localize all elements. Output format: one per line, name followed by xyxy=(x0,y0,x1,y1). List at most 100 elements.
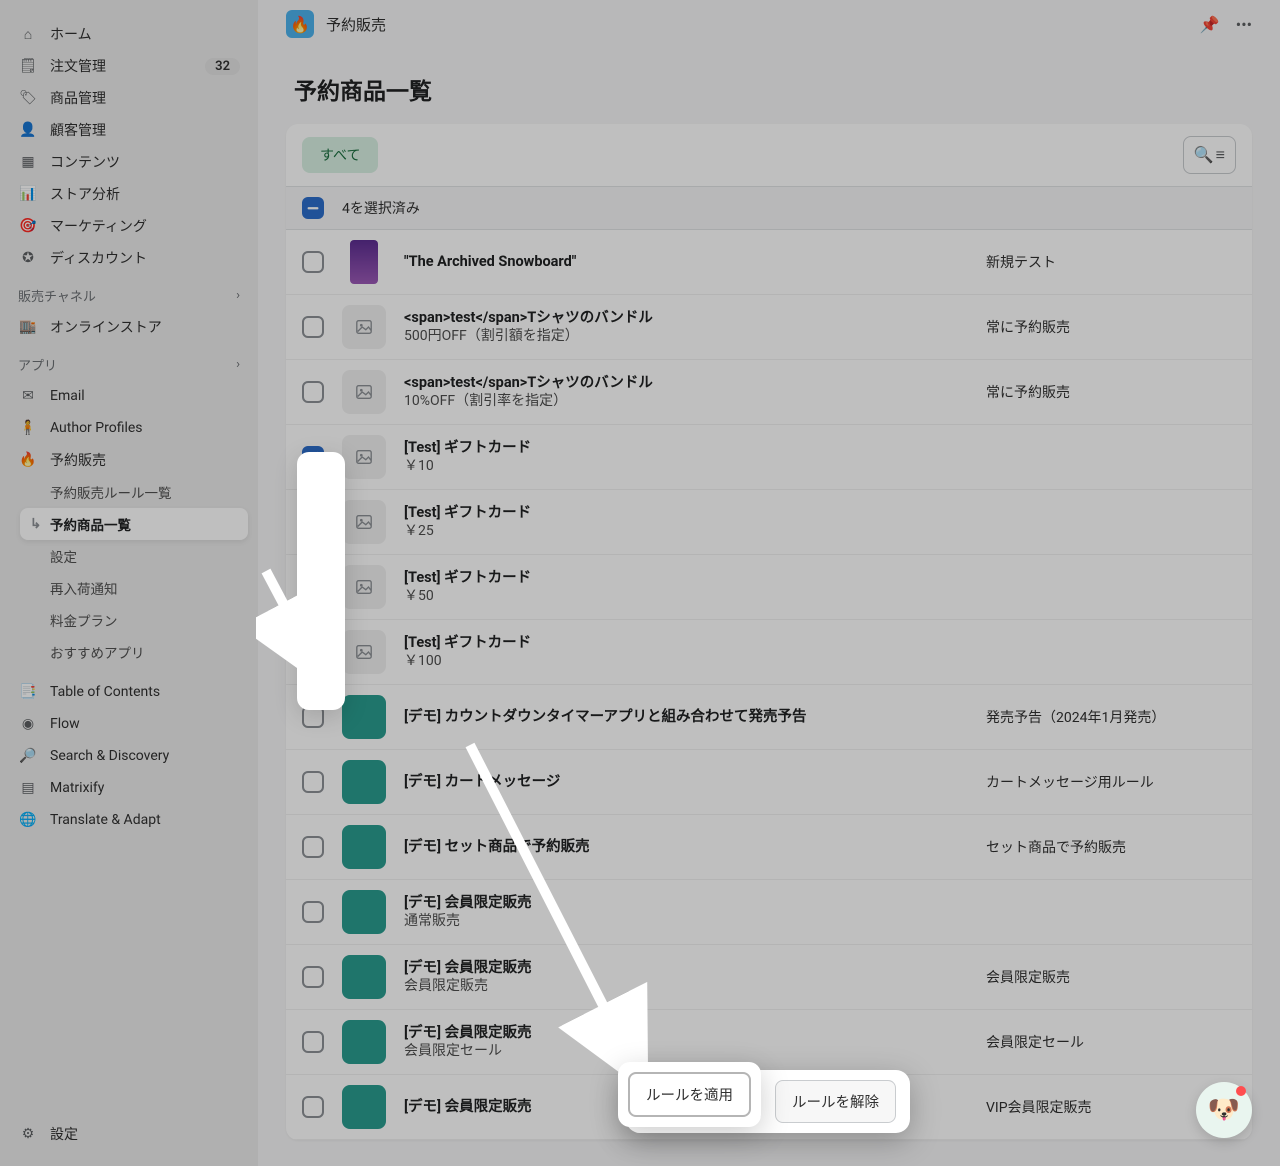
row-checkbox[interactable] xyxy=(302,1031,324,1053)
selection-count: 4を選択済み xyxy=(342,198,420,218)
nav-item[interactable]: ✉Email xyxy=(0,380,258,412)
row-checkbox[interactable] xyxy=(302,836,324,858)
row-checkbox[interactable] xyxy=(302,316,324,338)
product-thumbnail xyxy=(342,565,386,609)
product-thumbnail xyxy=(350,240,378,284)
subnav-item[interactable]: 予約商品一覧 xyxy=(20,508,248,540)
nav-item[interactable]: 🗒注文管理32 xyxy=(0,50,258,82)
nav-item[interactable]: 🏬 オンラインストア xyxy=(0,311,258,343)
product-subtitle: ￥25 xyxy=(404,522,968,541)
product-title: <span>test</span>Tシャツのバンドル xyxy=(404,308,968,328)
product-row[interactable]: [Test] ギフトカード￥50 xyxy=(286,555,1252,620)
product-row[interactable]: [デモ] 会員限定販売会員限定販売会員限定販売 xyxy=(286,945,1252,1010)
nav-item[interactable]: ◉ Flow xyxy=(0,708,258,740)
remove-rule-button[interactable]: ルールを解除 xyxy=(775,1080,896,1123)
product-row[interactable]: [Test] ギフトカード￥100 xyxy=(286,620,1252,685)
flow-icon: ◉ xyxy=(18,714,38,734)
product-row[interactable]: [Test] ギフトカード￥25 xyxy=(286,490,1252,555)
apps-section: アプリ › xyxy=(0,343,258,380)
product-thumbnail xyxy=(342,825,386,869)
product-row[interactable]: [デモ] セット商品で予約販売セット商品で予約販売 xyxy=(286,815,1252,880)
product-thumbnail xyxy=(342,1020,386,1064)
nav-item[interactable]: 🧍Author Profiles xyxy=(0,412,258,444)
product-row[interactable]: "The Archived Snowboard" 新規テスト xyxy=(286,230,1252,295)
nav-label: ディスカウント xyxy=(50,248,240,268)
nav-label: 顧客管理 xyxy=(50,120,240,140)
row-checkbox[interactable] xyxy=(302,771,324,793)
chat-bubble[interactable]: 🐶 xyxy=(1196,1082,1252,1138)
product-row[interactable]: [デモ] 会員限定販売通常販売 xyxy=(286,880,1252,945)
nav-item[interactable]: 🎯マーケティング xyxy=(0,210,258,242)
preorder-icon: 🔥 xyxy=(18,450,38,470)
nav-item[interactable]: ▤Matrixify xyxy=(0,772,258,804)
subnav-item[interactable]: 再入荷通知 xyxy=(0,572,258,604)
product-row[interactable]: <span>test</span>Tシャツのバンドル10%OFF（割引率を指定）… xyxy=(286,360,1252,425)
toc-icon: 📑 xyxy=(18,682,38,702)
product-row[interactable]: [デモ] カートメッセージカートメッセージ用ルール xyxy=(286,750,1252,815)
product-row[interactable]: [デモ] 会員限定販売会員限定セール会員限定セール xyxy=(286,1010,1252,1075)
nav-item[interactable]: ✪ ディスカウント xyxy=(0,242,258,274)
row-checkbox[interactable] xyxy=(302,901,324,923)
discount-icon: ✪ xyxy=(18,248,38,268)
gear-icon: ⚙ xyxy=(18,1124,38,1144)
nav-item[interactable]: 🌐Translate & Adapt xyxy=(0,804,258,836)
product-row[interactable]: [デモ] カウントダウンタイマーアプリと組み合わせて発売予告発売予告（2024年… xyxy=(286,685,1252,750)
product-thumbnail xyxy=(342,890,386,934)
rule-column: 新規テスト xyxy=(986,252,1236,272)
select-all-checkbox[interactable] xyxy=(302,197,324,219)
nav-item[interactable]: 🔥予約販売 xyxy=(0,444,258,476)
product-subtitle: ￥10 xyxy=(404,457,968,476)
chevron-right-icon: › xyxy=(236,288,240,303)
product-subtitle: 会員限定セール xyxy=(404,1042,968,1061)
nav-label: ホーム xyxy=(50,24,240,44)
subnav-item[interactable]: 料金プラン xyxy=(0,604,258,636)
app-title: 予約販売 xyxy=(326,14,1188,35)
product-row[interactable]: [Test] ギフトカード￥10 xyxy=(286,425,1252,490)
apply-rule-button-highlighted[interactable]: ルールを適用 xyxy=(628,1072,751,1117)
product-subtitle: 会員限定販売 xyxy=(404,977,968,996)
nav-item[interactable]: 👤顧客管理 xyxy=(0,114,258,146)
product-list-card: すべて 🔍 ≡ 4を選択済み "The Archived Snowboard" 新… xyxy=(286,124,1252,1140)
nav-item[interactable]: 🏷商品管理 xyxy=(0,82,258,114)
chevron-right-icon: › xyxy=(236,357,240,372)
nav-item[interactable]: 📊ストア分析 xyxy=(0,178,258,210)
search-icon: 🔍 xyxy=(1194,145,1214,165)
more-icon[interactable]: ••• xyxy=(1236,15,1252,34)
nav-item[interactable]: 📑Table of Contents xyxy=(0,676,258,708)
row-checkbox[interactable] xyxy=(302,1096,324,1118)
chart-icon: 📊 xyxy=(18,184,38,204)
mail-icon: ✉ xyxy=(18,386,38,406)
nav-label: Flow xyxy=(50,716,240,732)
subnav-item[interactable]: 予約販売ルール一覧 xyxy=(0,476,258,508)
search-filter-button[interactable]: 🔍 ≡ xyxy=(1183,136,1236,174)
settings-nav[interactable]: ⚙ 設定 xyxy=(0,1118,258,1150)
product-title: [デモ] カートメッセージ xyxy=(404,772,968,792)
row-checkbox[interactable] xyxy=(302,251,324,273)
row-checkbox[interactable] xyxy=(302,381,324,403)
product-title: [Test] ギフトカード xyxy=(404,438,968,458)
row-checkbox[interactable] xyxy=(302,966,324,988)
nav-item[interactable]: ⌂ホーム xyxy=(0,18,258,50)
product-thumbnail xyxy=(342,760,386,804)
highlight-apply-button: ルールを適用 xyxy=(618,1062,761,1127)
subnav-item[interactable]: 設定 xyxy=(0,540,258,572)
nav-item[interactable]: 🔎Search & Discovery xyxy=(0,740,258,772)
product-title: [デモ] カウントダウンタイマーアプリと組み合わせて発売予告 xyxy=(404,707,968,727)
nav-label: オンラインストア xyxy=(50,317,240,337)
nav-badge: 32 xyxy=(205,58,240,75)
orders-icon: 🗒 xyxy=(18,56,38,76)
nav-label: Author Profiles xyxy=(50,420,240,436)
product-thumbnail xyxy=(342,630,386,674)
nav-item[interactable]: ▦コンテンツ xyxy=(0,146,258,178)
main-content: 🔥 予約販売 📌 ••• 予約商品一覧 すべて 🔍 ≡ 4を選択済み "The … xyxy=(258,0,1280,1166)
pin-icon[interactable]: 📌 xyxy=(1200,15,1220,34)
translate-icon: 🌐 xyxy=(18,810,38,830)
selection-bar: 4を選択済み xyxy=(286,187,1252,230)
product-row[interactable]: <span>test</span>Tシャツのバンドル500円OFF（割引額を指定… xyxy=(286,295,1252,360)
product-title: [デモ] 会員限定販売 xyxy=(404,893,968,913)
tab-all[interactable]: すべて xyxy=(302,137,378,173)
store-icon: 🏬 xyxy=(18,317,38,337)
subnav-item[interactable]: おすすめアプリ xyxy=(0,636,258,668)
product-title: "The Archived Snowboard" xyxy=(404,252,968,272)
product-title: [Test] ギフトカード xyxy=(404,633,968,653)
